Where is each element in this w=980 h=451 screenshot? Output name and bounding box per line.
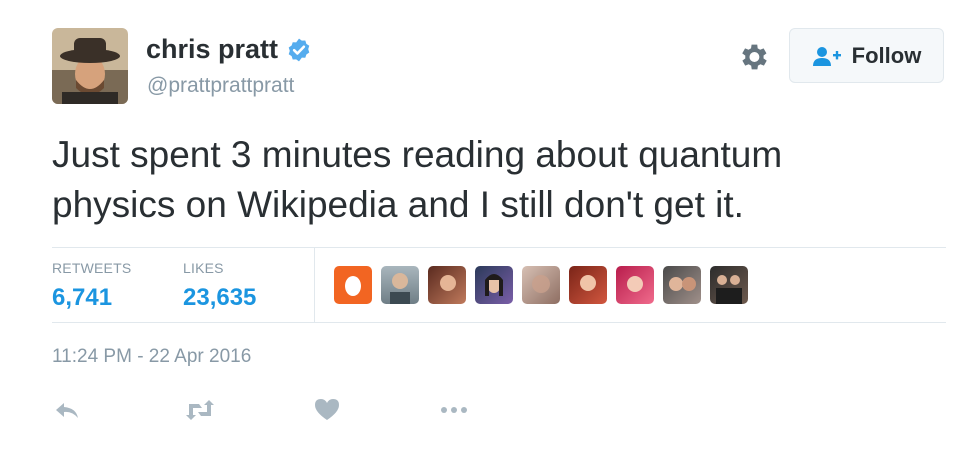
retweets-label: RETWEETS (52, 260, 132, 276)
avatar[interactable] (52, 28, 128, 104)
stats-top-divider (52, 247, 946, 248)
tweet-line-2: physics on Wikipedia and I still don't g… (52, 184, 744, 225)
user-handle[interactable]: @prattprattpratt (147, 74, 294, 98)
follow-label: Follow (851, 42, 922, 68)
likes-stat[interactable]: LIKES 23,635 (183, 260, 256, 312)
display-name-text: chris pratt (146, 34, 279, 64)
liker-avatar[interactable] (569, 266, 607, 304)
like-heart-icon[interactable] (312, 395, 342, 425)
gear-icon[interactable] (736, 40, 770, 74)
liker-avatar[interactable] (663, 266, 701, 304)
liker-avatar[interactable] (475, 266, 513, 304)
retweets-count: 6,741 (52, 284, 113, 311)
liker-avatar[interactable] (334, 266, 372, 304)
follow-user-icon (812, 46, 841, 66)
retweet-icon[interactable] (182, 395, 218, 425)
stats-bottom-divider (52, 322, 946, 323)
liker-avatar[interactable] (428, 266, 466, 304)
liker-avatar[interactable] (616, 266, 654, 304)
tweet-timestamp[interactable]: 11:24 PM - 22 Apr 2016 (52, 346, 251, 368)
verified-badge-icon (288, 38, 310, 61)
likers-avatars (334, 266, 757, 304)
tweet-text: Just spent 3 minutes reading about quant… (52, 130, 932, 230)
reply-icon[interactable] (52, 395, 82, 425)
display-name[interactable]: chris pratt (146, 34, 312, 65)
liker-avatar[interactable] (522, 266, 560, 304)
more-icon[interactable] (438, 395, 470, 425)
retweets-stat[interactable]: RETWEETS 6,741 (52, 260, 131, 312)
stats-separator (314, 248, 315, 322)
liker-avatar[interactable] (381, 266, 419, 304)
follow-button[interactable]: Follow (789, 28, 944, 83)
likes-count: 23,635 (183, 284, 257, 311)
likes-label: LIKES (183, 260, 224, 276)
liker-avatar[interactable] (710, 266, 748, 304)
tweet-line-1: Just spent 3 minutes reading about quant… (52, 134, 783, 175)
